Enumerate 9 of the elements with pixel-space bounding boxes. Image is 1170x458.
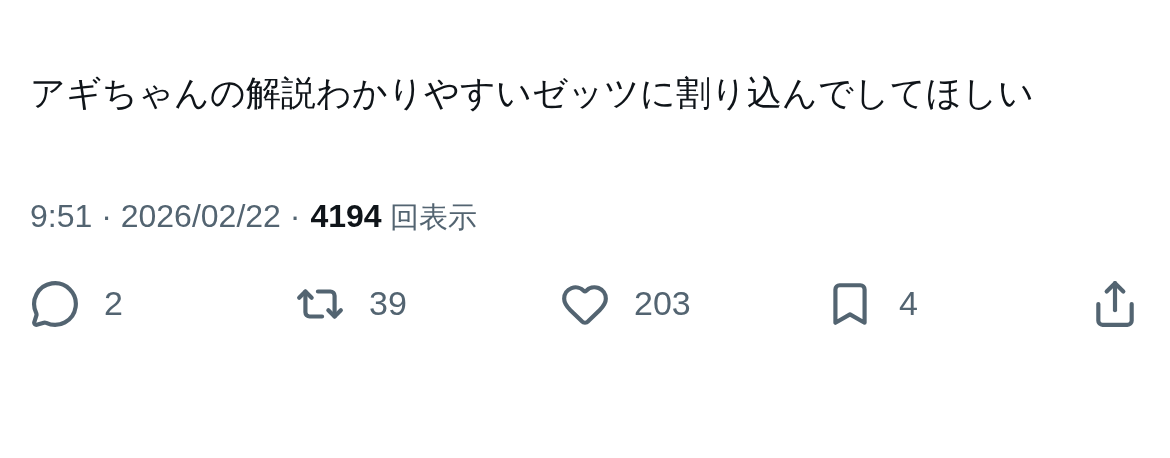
view-count: 4194 bbox=[310, 197, 382, 236]
views-label: 回表示 bbox=[389, 199, 477, 236]
speech-bubble-icon bbox=[30, 278, 80, 329]
post-timestamp: 9:51 · 2026/02/22 · bbox=[30, 197, 301, 236]
repost-button[interactable]: 39 bbox=[295, 278, 560, 329]
post-text: アギちゃんの解説わかりやすいゼッツに割り込んでしてほしい bbox=[30, 72, 1035, 115]
reply-button[interactable]: 2 bbox=[30, 278, 295, 329]
bookmark-button[interactable]: 4 bbox=[825, 278, 1090, 329]
like-button[interactable]: 203 bbox=[560, 278, 825, 329]
